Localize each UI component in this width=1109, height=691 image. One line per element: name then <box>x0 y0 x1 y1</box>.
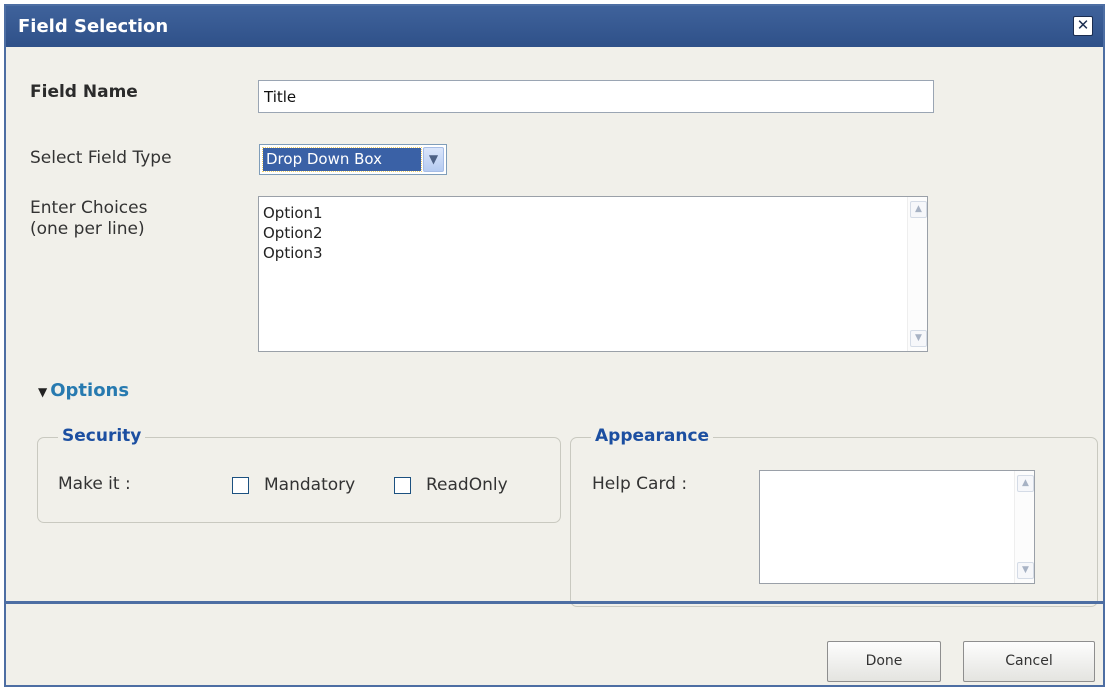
footer-divider <box>6 601 1103 604</box>
appearance-fieldset: Appearance Help Card : ▲ ▼ <box>570 426 1098 607</box>
field-type-selected-value: Drop Down Box <box>262 147 422 172</box>
options-toggle-label: Options <box>50 380 130 401</box>
field-selection-dialog: Field Selection ✕ Field Name Select Fiel… <box>4 4 1105 687</box>
choices-text: Option1 Option2 Option3 <box>263 204 323 262</box>
field-name-label: Field Name <box>30 82 138 102</box>
make-it-label: Make it : <box>58 474 131 494</box>
close-icon[interactable]: ✕ <box>1073 16 1093 36</box>
choices-label: Enter Choices <box>30 198 148 218</box>
scroll-up-icon[interactable]: ▲ <box>1017 475 1034 492</box>
help-card-textarea[interactable]: ▲ ▼ <box>759 470 1035 584</box>
choices-hint-label: (one per line) <box>30 219 145 239</box>
dialog-title: Field Selection <box>18 16 169 37</box>
help-card-label: Help Card : <box>592 474 688 494</box>
mandatory-checkbox[interactable] <box>232 477 249 494</box>
scroll-down-icon[interactable]: ▼ <box>1017 562 1034 579</box>
done-button[interactable]: Done <box>827 641 941 682</box>
security-fieldset: Security Make it : Mandatory ReadOnly <box>37 426 561 523</box>
choices-textarea[interactable]: Option1 Option2 Option3 ▲ ▼ <box>258 196 928 352</box>
options-toggle[interactable]: ▼ Options <box>38 380 129 401</box>
readonly-checkbox[interactable] <box>394 477 411 494</box>
field-name-input[interactable] <box>258 80 934 113</box>
cancel-button[interactable]: Cancel <box>963 641 1095 682</box>
field-type-label: Select Field Type <box>30 148 172 168</box>
readonly-label[interactable]: ReadOnly <box>426 475 508 496</box>
caret-down-icon: ▼ <box>38 385 48 399</box>
field-type-select[interactable]: Drop Down Box ▼ <box>259 144 447 175</box>
scroll-down-icon[interactable]: ▼ <box>910 330 927 347</box>
choices-scrollbar[interactable]: ▲ ▼ <box>907 197 927 351</box>
chevron-down-icon[interactable]: ▼ <box>423 147 444 172</box>
security-legend: Security <box>58 426 146 446</box>
scroll-up-icon[interactable]: ▲ <box>910 201 927 218</box>
dialog-titlebar: Field Selection ✕ <box>6 6 1103 47</box>
mandatory-label[interactable]: Mandatory <box>264 475 355 496</box>
help-card-scrollbar[interactable]: ▲ ▼ <box>1014 471 1034 583</box>
appearance-legend: Appearance <box>591 426 714 446</box>
